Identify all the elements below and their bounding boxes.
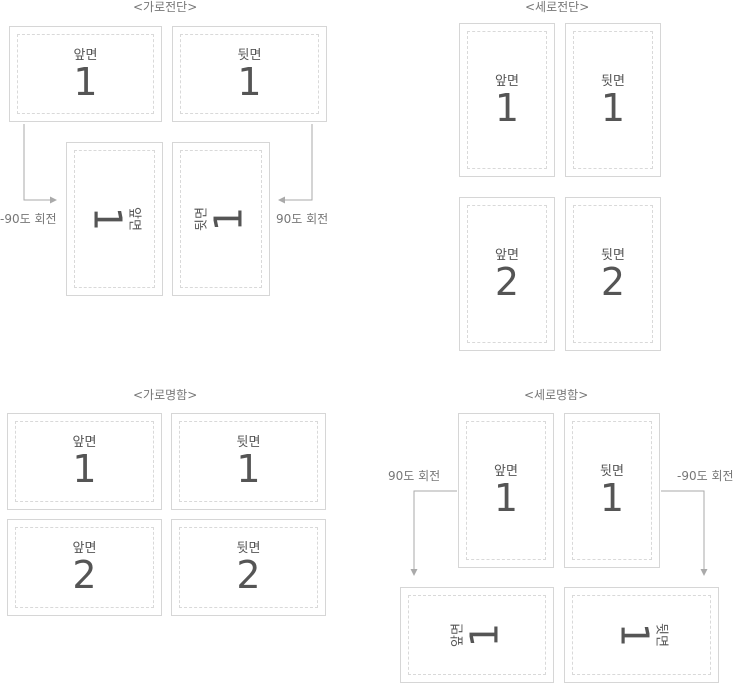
- rotation-arrows: [23, 124, 708, 576]
- arrow-right-to-bottom: [661, 490, 708, 576]
- arrow-left-down-right: [23, 124, 57, 204]
- arrow-left-to-bottom: [410, 490, 457, 576]
- arrow-right-down-left: [278, 124, 313, 204]
